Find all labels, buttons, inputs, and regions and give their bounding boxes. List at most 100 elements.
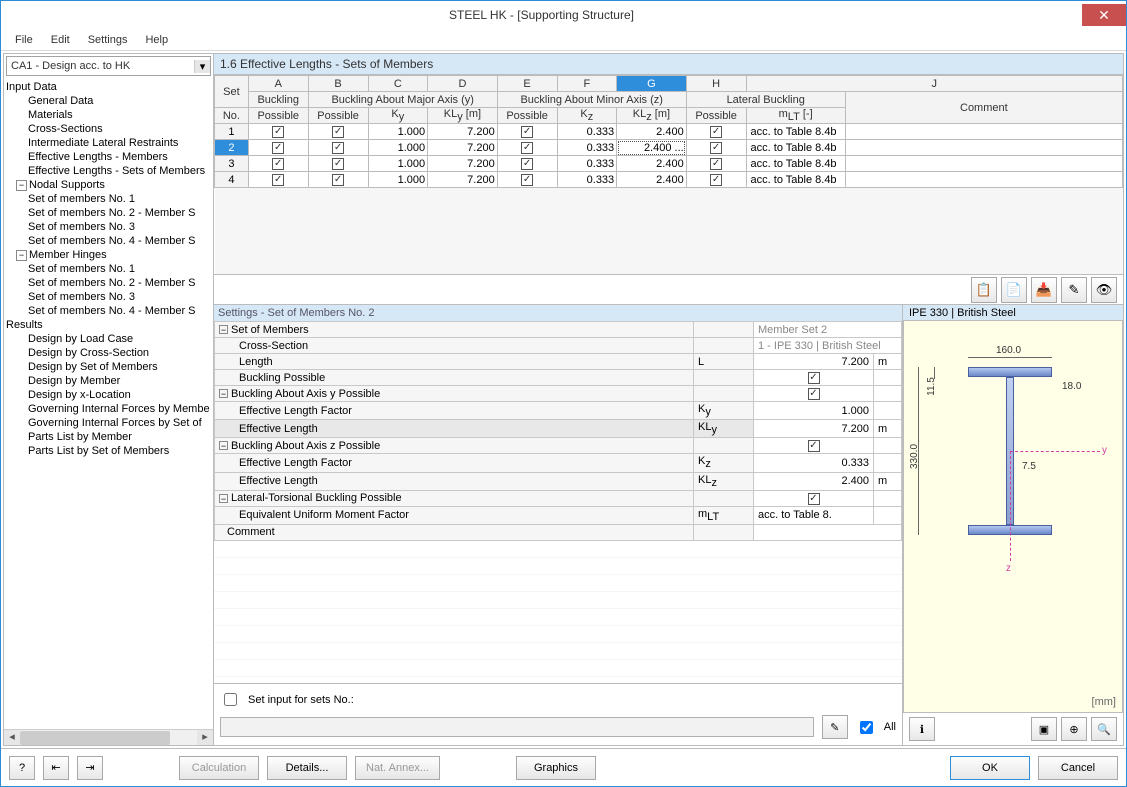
tree-hscroll[interactable]: ◂ ▸ bbox=[4, 729, 213, 745]
unit-label: [mm] bbox=[1092, 696, 1116, 708]
property-grid[interactable]: −Set of MembersMember Set 2 Cross-Sectio… bbox=[214, 321, 902, 541]
all-label: All bbox=[884, 721, 896, 733]
set-input-checkbox[interactable] bbox=[224, 693, 237, 706]
next-icon[interactable]: ⇥ bbox=[77, 756, 103, 780]
tree-hinges[interactable]: −Member Hinges bbox=[4, 248, 213, 262]
prop-klz-editing[interactable]: 2.400 bbox=[754, 472, 874, 490]
checkbox-icon bbox=[332, 142, 344, 154]
checkbox-icon bbox=[710, 142, 722, 154]
pick-members-icon[interactable]: ✎ bbox=[822, 715, 848, 739]
all-checkbox[interactable] bbox=[860, 721, 873, 734]
excel-export-icon[interactable]: 📄 bbox=[1001, 277, 1027, 303]
cancel-button[interactable]: Cancel bbox=[1038, 756, 1118, 780]
nat-annex-button[interactable]: Nat. Annex... bbox=[355, 756, 440, 780]
members-grid[interactable]: Set A B C D E F G H J Buckling Buckling … bbox=[214, 75, 1123, 275]
checkbox-icon bbox=[272, 174, 284, 186]
excel-import-icon[interactable]: 📥 bbox=[1031, 277, 1057, 303]
set-input-field[interactable] bbox=[220, 717, 814, 737]
tree-dsm[interactable]: Design by Set of Members bbox=[4, 360, 213, 374]
tree-dcs[interactable]: Design by Cross-Section bbox=[4, 346, 213, 360]
ok-button[interactable]: OK bbox=[950, 756, 1030, 780]
tree-som4b[interactable]: Set of members No. 4 - Member S bbox=[4, 304, 213, 318]
chevron-down-icon: ▾ bbox=[194, 60, 210, 73]
titlebar: STEEL HK - [Supporting Structure] ✕ bbox=[1, 1, 1126, 29]
tree-materials[interactable]: Materials bbox=[4, 108, 213, 122]
tree-elsm[interactable]: Effective Lengths - Sets of Members bbox=[4, 164, 213, 178]
scroll-right-icon[interactable]: ▸ bbox=[197, 730, 213, 746]
prev-icon[interactable]: ⇤ bbox=[43, 756, 69, 780]
axes-icon[interactable]: ⊕ bbox=[1061, 717, 1087, 741]
tree-som2[interactable]: Set of members No. 2 - Member S bbox=[4, 206, 213, 220]
collapse-icon[interactable]: − bbox=[16, 180, 27, 191]
section-preview: 160.0 11.5 18.0 330.0 7.5 y z bbox=[903, 320, 1123, 713]
table-row: 3 1.000 7.200 0.333 2.400 acc. to Table … bbox=[215, 156, 1123, 172]
close-button[interactable]: ✕ bbox=[1082, 4, 1126, 26]
checkbox-icon bbox=[521, 126, 533, 138]
collapse-icon[interactable]: − bbox=[16, 250, 27, 261]
help-icon[interactable]: ? bbox=[9, 756, 35, 780]
tree-input-data[interactable]: Input Data bbox=[4, 80, 213, 94]
tree-dm[interactable]: Design by Member bbox=[4, 374, 213, 388]
tree-ilr[interactable]: Intermediate Lateral Restraints bbox=[4, 136, 213, 150]
scroll-left-icon[interactable]: ◂ bbox=[4, 730, 20, 746]
checkbox-icon bbox=[808, 388, 820, 400]
tree-som3[interactable]: Set of members No. 3 bbox=[4, 220, 213, 234]
details-button[interactable]: Details... bbox=[267, 756, 347, 780]
tree-general-data[interactable]: General Data bbox=[4, 94, 213, 108]
collapse-icon: − bbox=[219, 494, 228, 503]
checkbox-icon bbox=[332, 158, 344, 170]
tree-som1b[interactable]: Set of members No. 1 bbox=[4, 262, 213, 276]
menu-edit[interactable]: Edit bbox=[43, 32, 78, 48]
tree-som3b[interactable]: Set of members No. 3 bbox=[4, 290, 213, 304]
tree-som2b[interactable]: Set of members No. 2 - Member S bbox=[4, 276, 213, 290]
tree-cross-sections[interactable]: Cross-Sections bbox=[4, 122, 213, 136]
checkbox-icon bbox=[521, 174, 533, 186]
menu-settings[interactable]: Settings bbox=[80, 32, 136, 48]
info-icon[interactable]: ℹ bbox=[909, 717, 935, 741]
grid-toolbar: 📋 📄 📥 ✎ 👁 bbox=[214, 275, 1123, 305]
graphics-button[interactable]: Graphics bbox=[516, 756, 596, 780]
zoom-icon[interactable]: 🔍 bbox=[1091, 717, 1117, 741]
details-title: Settings - Set of Members No. 2 bbox=[214, 305, 902, 321]
checkbox-icon bbox=[332, 126, 344, 138]
case-combo-text: CA1 - Design acc. to HK bbox=[7, 60, 194, 72]
nav-tree[interactable]: Input Data General Data Materials Cross-… bbox=[4, 78, 213, 729]
window-title: STEEL HK - [Supporting Structure] bbox=[1, 8, 1082, 22]
checkbox-icon bbox=[808, 440, 820, 452]
cell-klz-editing[interactable]: 2.400 ... bbox=[617, 140, 687, 156]
menu-file[interactable]: File bbox=[7, 32, 41, 48]
tree-plm[interactable]: Parts List by Member bbox=[4, 430, 213, 444]
tree-gifm[interactable]: Governing Internal Forces by Membe bbox=[4, 402, 213, 416]
checkbox-icon bbox=[521, 158, 533, 170]
tree-dlc[interactable]: Design by Load Case bbox=[4, 332, 213, 346]
checkbox-icon bbox=[710, 158, 722, 170]
checkbox-icon bbox=[808, 493, 820, 505]
tree-som1[interactable]: Set of members No. 1 bbox=[4, 192, 213, 206]
empty-rows bbox=[214, 541, 902, 683]
menu-help[interactable]: Help bbox=[137, 32, 176, 48]
eye-icon[interactable]: 👁 bbox=[1091, 277, 1117, 303]
checkbox-icon bbox=[521, 142, 533, 154]
checkbox-icon bbox=[332, 174, 344, 186]
export-icon[interactable]: 📋 bbox=[971, 277, 997, 303]
case-combo[interactable]: CA1 - Design acc. to HK ▾ bbox=[6, 56, 211, 76]
row-2-selected[interactable]: 2 bbox=[215, 140, 249, 156]
collapse-icon: − bbox=[219, 325, 228, 334]
pick-icon[interactable]: ✎ bbox=[1061, 277, 1087, 303]
scroll-thumb[interactable] bbox=[20, 731, 170, 745]
tree-gifs[interactable]: Governing Internal Forces by Set of bbox=[4, 416, 213, 430]
col-g-selected[interactable]: G bbox=[617, 76, 687, 92]
tree-dxl[interactable]: Design by x-Location bbox=[4, 388, 213, 402]
set-input-label: Set input for sets No.: bbox=[248, 694, 354, 706]
menubar: File Edit Settings Help bbox=[1, 29, 1126, 51]
checkbox-icon bbox=[272, 158, 284, 170]
tree-plsm[interactable]: Parts List by Set of Members bbox=[4, 444, 213, 458]
calculation-button[interactable]: Calculation bbox=[179, 756, 259, 780]
tree-nodal[interactable]: −Nodal Supports bbox=[4, 178, 213, 192]
collapse-icon: − bbox=[219, 389, 228, 398]
tree-som4[interactable]: Set of members No. 4 - Member S bbox=[4, 234, 213, 248]
tree-results[interactable]: Results bbox=[4, 318, 213, 332]
collapse-icon: − bbox=[219, 441, 228, 450]
render-icon[interactable]: ▣ bbox=[1031, 717, 1057, 741]
tree-elm[interactable]: Effective Lengths - Members bbox=[4, 150, 213, 164]
